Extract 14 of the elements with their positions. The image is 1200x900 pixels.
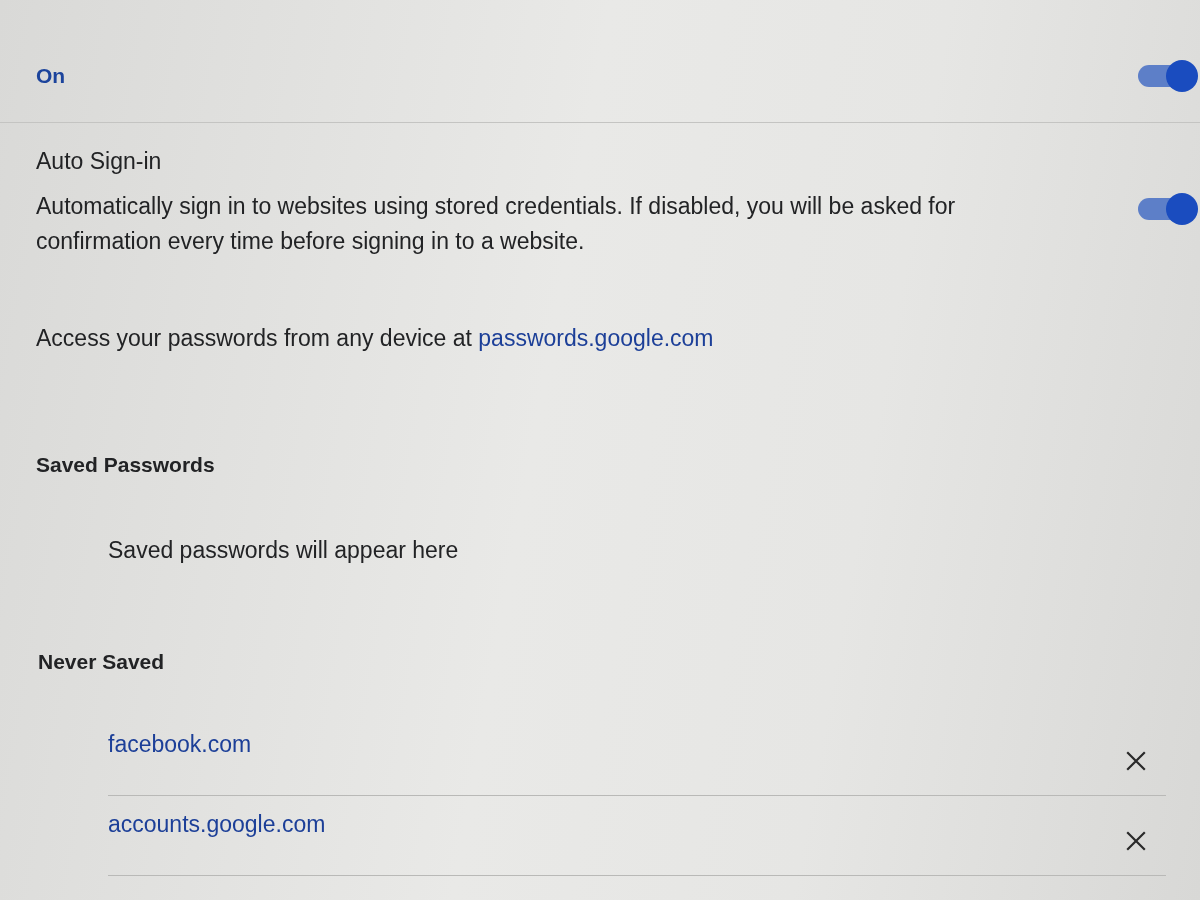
section-heading: Never Saved (38, 650, 165, 674)
empty-message: Saved passwords will appear here (108, 537, 459, 563)
toggle-label: On (36, 64, 66, 88)
section-heading: Saved Passwords (36, 453, 215, 477)
close-icon (1126, 831, 1146, 851)
passwords-link[interactable]: passwords.google.com (478, 325, 714, 351)
site-link[interactable]: facebook.com (108, 731, 252, 757)
toggle-switch[interactable] (1138, 60, 1198, 92)
access-note: Access your passwords from any device at passwords.google.com (36, 324, 714, 353)
toggle-switch[interactable] (1138, 193, 1198, 225)
setting-title: Auto Sign-in (36, 147, 162, 176)
site-link[interactable]: accounts.google.com (108, 811, 326, 837)
close-icon (1126, 751, 1146, 771)
setting-description: Automatically sign in to websites using stored credentials. If disabled, you will be asked for confirmation every time before signing in to a website. (36, 192, 957, 256)
